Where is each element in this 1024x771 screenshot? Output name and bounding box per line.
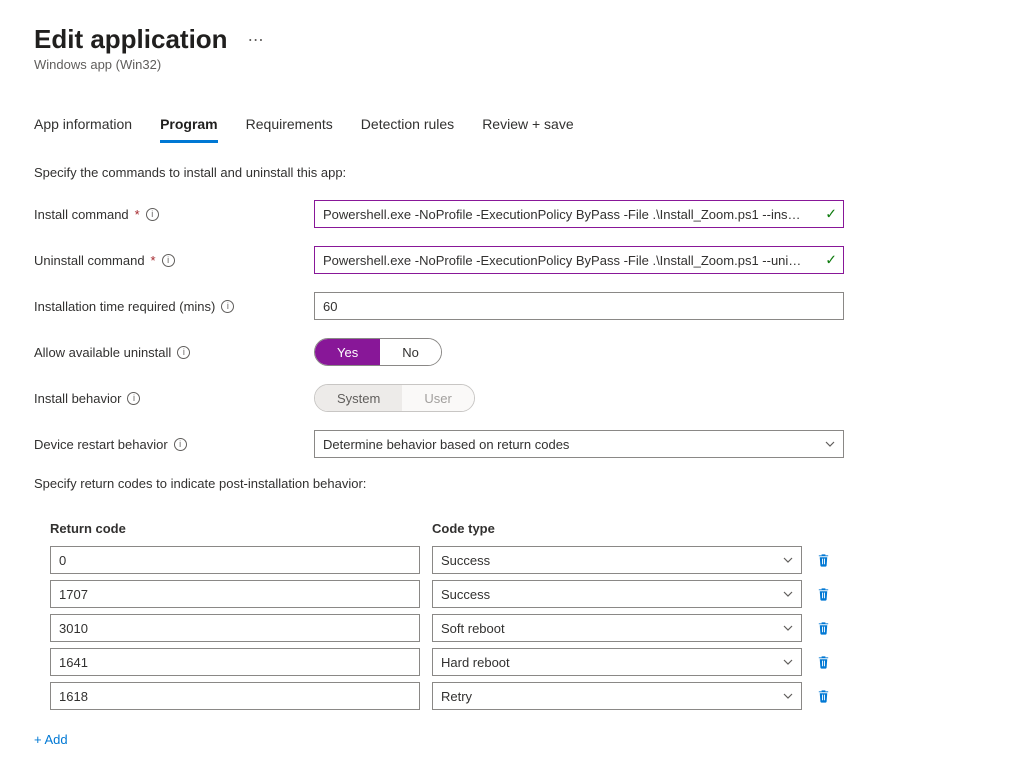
tab-bar: App information Program Requirements Det… (34, 112, 990, 143)
install-command-input-wrap: ✓ (314, 200, 844, 228)
info-icon[interactable]: i (174, 438, 187, 451)
return-code-row: Retry (34, 682, 990, 710)
header-code-type: Code type (432, 521, 814, 536)
install-behavior-user: User (402, 385, 473, 411)
return-code-input[interactable] (50, 580, 420, 608)
return-code-input[interactable] (50, 546, 420, 574)
uninstall-command-label: Uninstall command (34, 253, 145, 268)
install-behavior-label: Install behavior (34, 391, 121, 406)
delete-row-button[interactable] (814, 618, 833, 638)
install-command-label: Install command (34, 207, 129, 222)
tab-review-save[interactable]: Review + save (482, 112, 573, 143)
tab-requirements[interactable]: Requirements (246, 112, 333, 143)
info-icon[interactable]: i (127, 392, 140, 405)
tab-program[interactable]: Program (160, 112, 218, 143)
delete-row-button[interactable] (814, 584, 833, 604)
delete-row-button[interactable] (814, 686, 833, 706)
delete-row-button[interactable] (814, 550, 833, 570)
install-time-label: Installation time required (mins) (34, 299, 215, 314)
allow-uninstall-yes[interactable]: Yes (315, 339, 380, 365)
install-behavior-system: System (315, 385, 402, 411)
return-code-row: Success (34, 546, 990, 574)
install-behavior-toggle: System User (314, 384, 475, 412)
info-icon[interactable]: i (146, 208, 159, 221)
return-code-row: Hard reboot (34, 648, 990, 676)
allow-uninstall-label: Allow available uninstall (34, 345, 171, 360)
info-icon[interactable]: i (177, 346, 190, 359)
code-type-select[interactable]: Success (432, 546, 802, 574)
return-code-input[interactable] (50, 614, 420, 642)
delete-row-button[interactable] (814, 652, 833, 672)
section-intro: Specify the commands to install and unin… (34, 165, 990, 180)
uninstall-command-input-wrap: ✓ (314, 246, 844, 274)
restart-behavior-label: Device restart behavior (34, 437, 168, 452)
add-return-code-link[interactable]: + Add (34, 732, 68, 747)
return-code-row: Soft reboot (34, 614, 990, 642)
return-code-row: Success (34, 580, 990, 608)
required-indicator: * (135, 207, 140, 222)
return-codes-intro: Specify return codes to indicate post-in… (34, 476, 990, 491)
restart-behavior-select[interactable]: Determine behavior based on return codes (314, 430, 844, 458)
page-subtitle: Windows app (Win32) (34, 57, 990, 72)
tab-app-information[interactable]: App information (34, 112, 132, 143)
return-code-input[interactable] (50, 648, 420, 676)
more-actions-icon[interactable]: ⋯ (244, 30, 268, 50)
code-type-select[interactable]: Success (432, 580, 802, 608)
info-icon[interactable]: i (221, 300, 234, 313)
install-time-input[interactable] (314, 292, 844, 320)
install-command-input[interactable] (315, 201, 843, 227)
tab-detection-rules[interactable]: Detection rules (361, 112, 454, 143)
code-type-select[interactable]: Hard reboot (432, 648, 802, 676)
allow-uninstall-no[interactable]: No (380, 339, 441, 365)
return-code-input[interactable] (50, 682, 420, 710)
allow-uninstall-toggle: Yes No (314, 338, 442, 366)
code-type-select[interactable]: Retry (432, 682, 802, 710)
required-indicator: * (151, 253, 156, 268)
page-title: Edit application (34, 24, 228, 55)
code-type-select[interactable]: Soft reboot (432, 614, 802, 642)
uninstall-command-input[interactable] (315, 247, 843, 273)
info-icon[interactable]: i (162, 254, 175, 267)
header-return-code: Return code (50, 521, 432, 536)
